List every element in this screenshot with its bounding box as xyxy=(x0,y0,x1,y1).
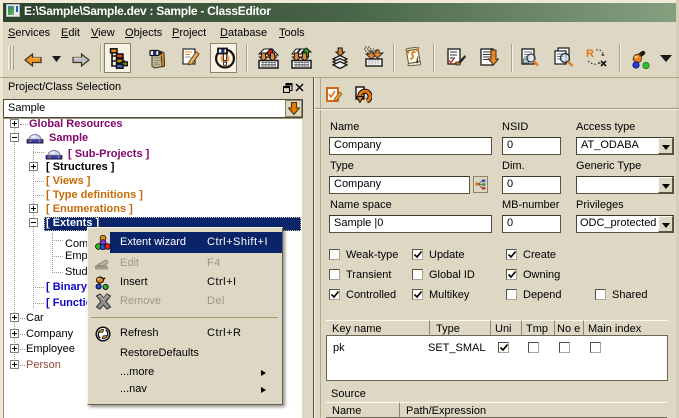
svg-text:R: R xyxy=(586,48,594,60)
